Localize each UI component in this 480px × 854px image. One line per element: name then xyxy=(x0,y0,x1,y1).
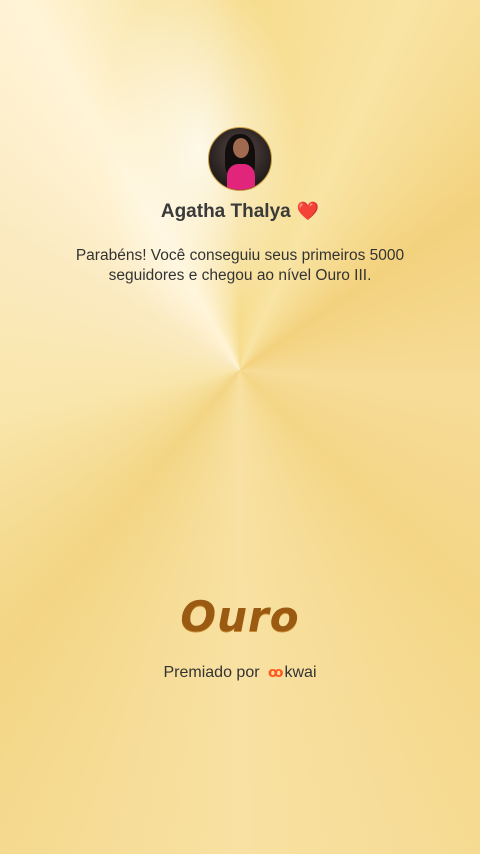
brand-name: kwai xyxy=(284,664,317,681)
profile-name: Agatha Thalya ❤️ xyxy=(0,201,480,223)
awarded-by-label: Premiado por xyxy=(163,664,260,681)
avatar-face xyxy=(233,138,249,158)
kwai-logo-icon: ꝏ xyxy=(268,664,284,680)
congratulations-message: Parabéns! Você conseguiu seus primeiros … xyxy=(75,247,405,284)
profile-name-text: Agatha Thalya xyxy=(160,201,291,222)
profile-avatar[interactable] xyxy=(208,127,272,191)
awarded-by: Premiado por ꝏkwai xyxy=(0,664,480,682)
level-badge-title: Ouro xyxy=(180,592,300,641)
heart-icon: ❤️ xyxy=(296,201,320,221)
avatar-clothing xyxy=(227,164,255,190)
